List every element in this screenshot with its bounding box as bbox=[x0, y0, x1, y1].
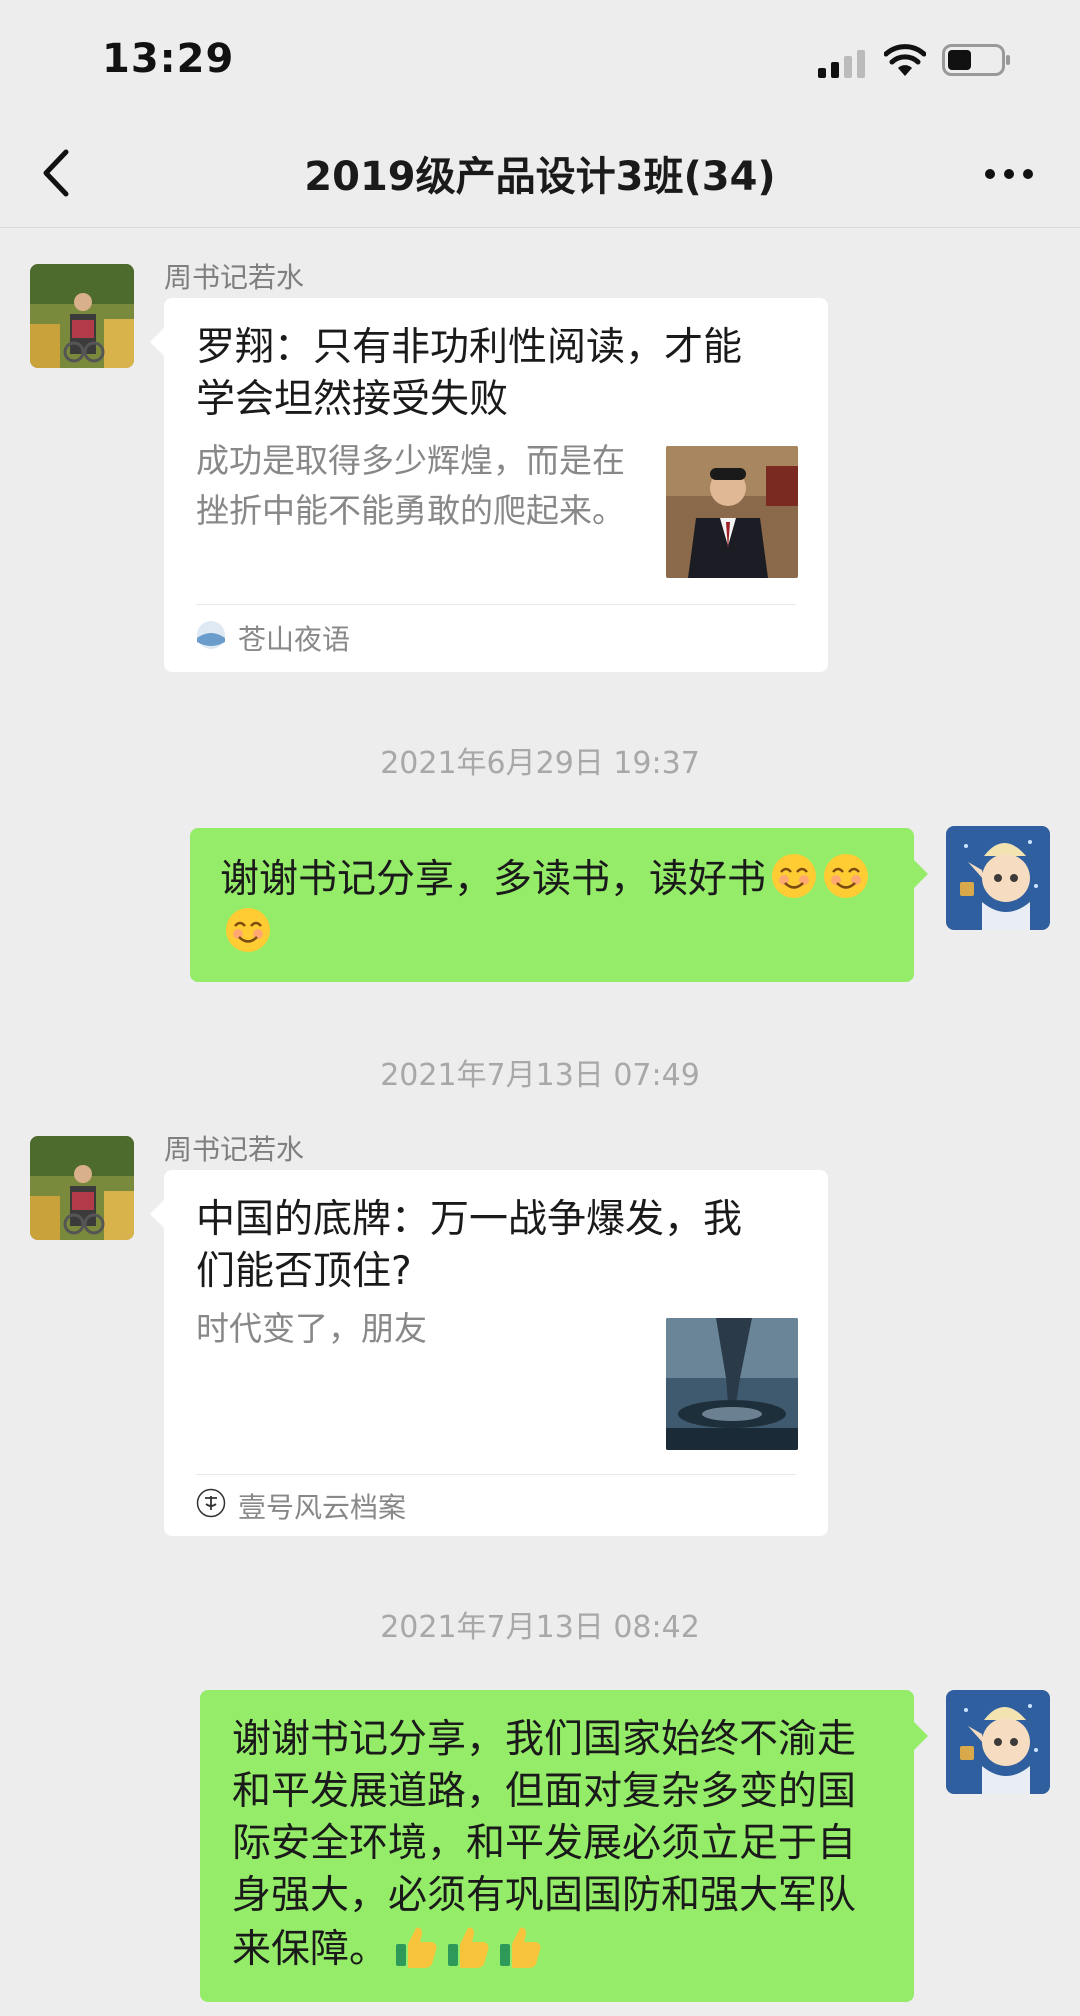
card-divider bbox=[196, 604, 796, 605]
my-message-bubble[interactable]: 谢谢书记分享，多读书，读好书 bbox=[190, 828, 928, 982]
sender-avatar[interactable] bbox=[30, 264, 134, 368]
status-time: 13:29 bbox=[102, 36, 235, 82]
source-logo-icon bbox=[196, 1488, 226, 1518]
wifi-icon bbox=[884, 44, 926, 76]
chat-title: 2019级产品设计3班(34) bbox=[304, 154, 776, 200]
status-bar: 13:29 bbox=[0, 0, 1080, 118]
card-divider bbox=[196, 1474, 796, 1475]
message-timestamp: 2021年7月13日 07:49 bbox=[380, 1058, 700, 1093]
article-card[interactable]: 罗翔：只有非功利性阅读，才能学会坦然接受失败 成功是取得多少辉煌，而是在挫折中能… bbox=[150, 298, 828, 672]
smiling-face-emoji-icon bbox=[224, 906, 272, 954]
article-description: 成功是取得多少辉煌，而是在挫折中能不能勇敢的爬起来。 bbox=[196, 441, 625, 530]
source-logo-icon bbox=[197, 621, 225, 649]
my-message-bubble[interactable]: 谢谢书记分享，我们国家始终不渝走和平发展道路，但面对复杂多变的国际安全环境，和平… bbox=[200, 1690, 928, 2002]
my-avatar[interactable] bbox=[946, 826, 1050, 930]
back-chevron-icon[interactable] bbox=[38, 148, 74, 198]
my-avatar[interactable] bbox=[946, 1690, 1050, 1794]
smiling-face-emoji-icon bbox=[822, 852, 870, 900]
article-source: 苍山夜语 bbox=[238, 623, 351, 656]
thumbs-up-emoji-icon bbox=[392, 1922, 440, 1970]
thumbs-up-emoji-icon bbox=[496, 1922, 544, 1970]
article-title: 罗翔：只有非功利性阅读，才能学会坦然接受失败 bbox=[196, 325, 743, 422]
article-source: 壹号风云档案 bbox=[238, 1491, 407, 1524]
thumbs-up-emoji-icon bbox=[444, 1922, 492, 1970]
message-timestamp: 2021年7月13日 08:42 bbox=[380, 1610, 700, 1645]
sender-avatar[interactable] bbox=[30, 1136, 134, 1240]
article-thumbnail bbox=[666, 1318, 798, 1450]
article-card[interactable]: 中国的底牌：万一战争爆发，我们能否顶住? 时代变了，朋友 壹号风云档案 bbox=[150, 1170, 828, 1536]
battery-icon bbox=[942, 44, 1010, 76]
more-options-icon[interactable] bbox=[982, 162, 1036, 186]
cellular-signal-icon bbox=[818, 50, 865, 78]
sender-name: 周书记若水 bbox=[164, 261, 305, 294]
message-text: 谢谢书记分享，多读书，读好书 bbox=[220, 857, 767, 902]
sender-name: 周书记若水 bbox=[164, 1133, 305, 1166]
article-description: 时代变了，朋友 bbox=[196, 1309, 427, 1348]
smiling-face-emoji-icon bbox=[770, 852, 818, 900]
chat-header: 2019级产品设计3班(34) bbox=[0, 118, 1080, 228]
message-timestamp: 2021年6月29日 19:37 bbox=[380, 746, 700, 781]
article-thumbnail bbox=[666, 446, 798, 578]
chat-screen: 13:29 2019级产品设计3班(34) 周书记若水 罗翔：只有非功利性阅读，… bbox=[0, 0, 1080, 2016]
article-title: 中国的底牌：万一战争爆发，我们能否顶住? bbox=[196, 1197, 743, 1294]
